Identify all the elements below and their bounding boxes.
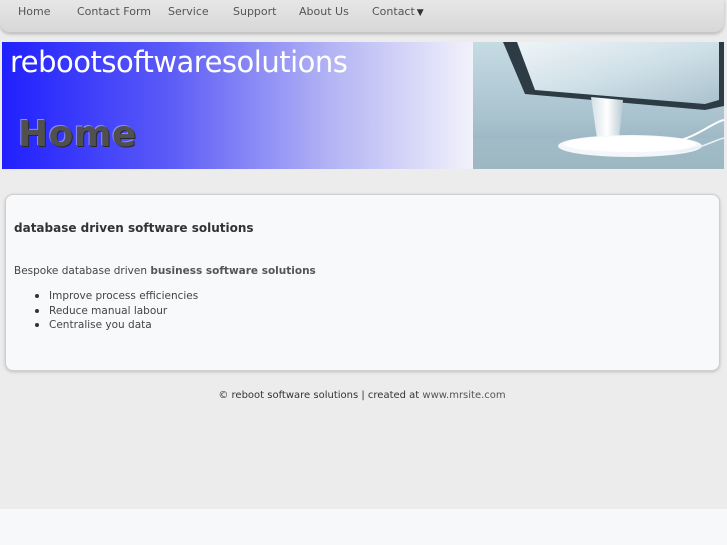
nav-item-label: Home [18, 5, 51, 18]
nav-item-label: Service [168, 5, 209, 18]
list-item: Centralise you data [14, 318, 198, 333]
nav-item-support[interactable]: Support [233, 0, 276, 26]
nav-item-home[interactable]: Home [18, 0, 50, 26]
dropdown-arrow-icon: ▼ [416, 8, 424, 18]
site-title: rebootsoftwaresolutions [10, 45, 348, 79]
intro-text: Bespoke database driven [14, 265, 151, 277]
nav-item-contact-form[interactable]: Contact Form [77, 0, 151, 26]
content-panel: database driven software solutions Bespo… [5, 194, 720, 371]
intro-bold-text: business software solutions [150, 265, 316, 277]
footer: © reboot software solutions | created at… [0, 390, 724, 401]
nav-item-about-us[interactable]: About Us [299, 0, 349, 26]
nav-item-label: Contact [372, 5, 415, 18]
footer-link[interactable]: www.mrsite.com [422, 390, 505, 401]
feature-list: Improve process efficiencies Reduce manu… [14, 289, 198, 333]
nav-item-label: About Us [299, 5, 349, 18]
banner-monitor-image [473, 42, 724, 169]
page: Home Contact Form Service Support About … [0, 0, 727, 545]
list-item: Reduce manual labour [14, 304, 198, 319]
banner-gradient: rebootsoftwaresolutions Home [2, 42, 473, 169]
monitor-illustration [473, 42, 724, 169]
bottom-strip [0, 509, 727, 545]
content-heading: database driven software solutions [14, 221, 254, 235]
main-nav: Home Contact Form Service Support About … [0, 0, 724, 33]
header-banner: rebootsoftwaresolutions Home [2, 42, 724, 169]
footer-text: © reboot software solutions | created at [218, 390, 423, 401]
nav-item-label: Support [233, 5, 277, 18]
nav-item-label: Contact Form [77, 5, 152, 18]
content-intro: Bespoke database driven business softwar… [14, 265, 316, 277]
nav-item-service[interactable]: Service [168, 0, 209, 26]
nav-item-contact[interactable]: Contact ▼ [372, 0, 424, 26]
page-title: Home [18, 114, 137, 155]
list-item: Improve process efficiencies [14, 289, 198, 304]
